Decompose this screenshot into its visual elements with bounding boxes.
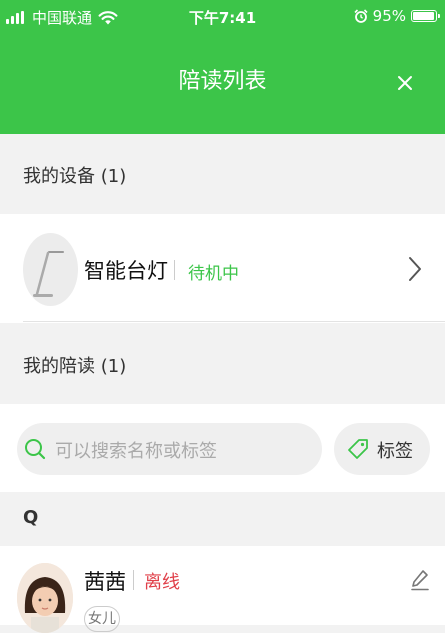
divider [174, 260, 175, 280]
reader-status: 离线 [144, 572, 180, 593]
desk-lamp-icon [23, 233, 78, 306]
readers-section-header: 我的陪读 (1) [0, 324, 445, 404]
chevron-right-icon[interactable] [408, 256, 422, 282]
avatar [17, 563, 73, 633]
battery-level [413, 12, 434, 20]
reader-group-letter: Q [23, 507, 39, 528]
devices-section-title: 我的设备 (1) [23, 166, 127, 187]
device-name: 智能台灯 [84, 259, 168, 283]
readers-section-title: 我的陪读 (1) [23, 356, 127, 377]
device-status: 待机中 [188, 264, 239, 284]
alarm-icon [354, 9, 368, 23]
edit-icon[interactable] [411, 569, 429, 591]
battery-percent: 95% [372, 7, 406, 25]
search-input[interactable]: 可以搜索名称或标签 [17, 423, 322, 475]
search-area: 可以搜索名称或标签 标签 [0, 404, 445, 492]
close-icon [398, 76, 412, 90]
devices-section-header: 我的设备 (1) [0, 134, 445, 214]
battery-icon [411, 10, 440, 22]
header: 中国联通 下午7:41 95% 陪读列表 [0, 0, 445, 134]
reader-group-header: Q [0, 492, 445, 546]
tag-icon [348, 439, 368, 459]
page-title: 陪读列表 [178, 69, 267, 94]
status-right: 95% [354, 7, 440, 25]
status-bar: 中国联通 下午7:41 95% [0, 0, 445, 34]
divider [23, 321, 445, 322]
tag-button-label: 标签 [377, 441, 413, 462]
search-icon [25, 439, 46, 460]
reader-row[interactable]: 茜茜 离线 女儿 [0, 546, 445, 633]
device-row[interactable]: 智能台灯 待机中 [0, 214, 445, 323]
search-placeholder: 可以搜索名称或标签 [55, 441, 217, 462]
tag-filter-button[interactable]: 标签 [334, 423, 430, 475]
close-button[interactable] [390, 68, 420, 98]
reader-name: 茜茜 [84, 570, 126, 594]
divider [133, 570, 134, 590]
reader-tag: 女儿 [84, 606, 120, 632]
